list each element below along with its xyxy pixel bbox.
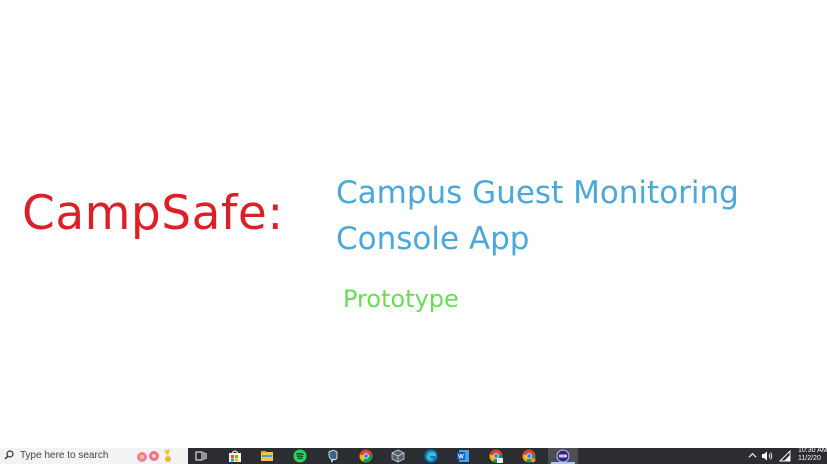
slide-tagline: Prototype — [343, 285, 459, 313]
word-icon[interactable]: W — [456, 449, 470, 463]
clock-time: 10:30 AM — [798, 447, 827, 454]
search-placeholder: Type here to search — [20, 450, 109, 461]
slide-subtitle: Campus Guest Monitoring Console App — [336, 170, 739, 262]
volume-icon[interactable] — [761, 450, 773, 462]
taskbar-search-box[interactable]: Type here to search — [0, 448, 188, 464]
chevron-up-icon[interactable] — [748, 451, 757, 460]
virtualbox-icon[interactable] — [391, 449, 405, 463]
windows-taskbar: Type here to search W 10:30 AM 11/2/20 — [0, 447, 827, 464]
chrome-icon[interactable] — [359, 449, 373, 463]
search-icon — [4, 450, 14, 460]
edge-icon[interactable] — [424, 449, 438, 463]
wifi-icon[interactable] — [779, 450, 791, 462]
presentation-app-icon — [556, 449, 570, 463]
svg-text:W: W — [458, 455, 464, 461]
chrome-profile-2-icon[interactable] — [522, 449, 536, 463]
subtitle-line-1: Campus Guest Monitoring — [336, 175, 739, 211]
database-icon[interactable] — [326, 449, 340, 463]
clock-date: 11/2/20 — [798, 455, 821, 462]
active-app-highlight[interactable] — [548, 448, 578, 464]
task-view-icon[interactable] — [194, 449, 208, 463]
file-explorer-icon[interactable] — [260, 449, 274, 463]
store-icon[interactable] — [228, 449, 242, 463]
spotify-icon[interactable] — [293, 449, 307, 463]
search-highlight-icon — [137, 449, 171, 462]
system-tray: 10:30 AM 11/2/20 — [748, 447, 827, 464]
clock[interactable]: 10:30 AM 11/2/20 — [798, 447, 827, 463]
slide-title: CampSafe: — [22, 186, 284, 241]
presentation-slide: CampSafe: Campus Guest Monitoring Consol… — [0, 0, 827, 448]
chrome-profile-icon[interactable] — [489, 449, 503, 463]
subtitle-line-2: Console App — [336, 221, 530, 257]
